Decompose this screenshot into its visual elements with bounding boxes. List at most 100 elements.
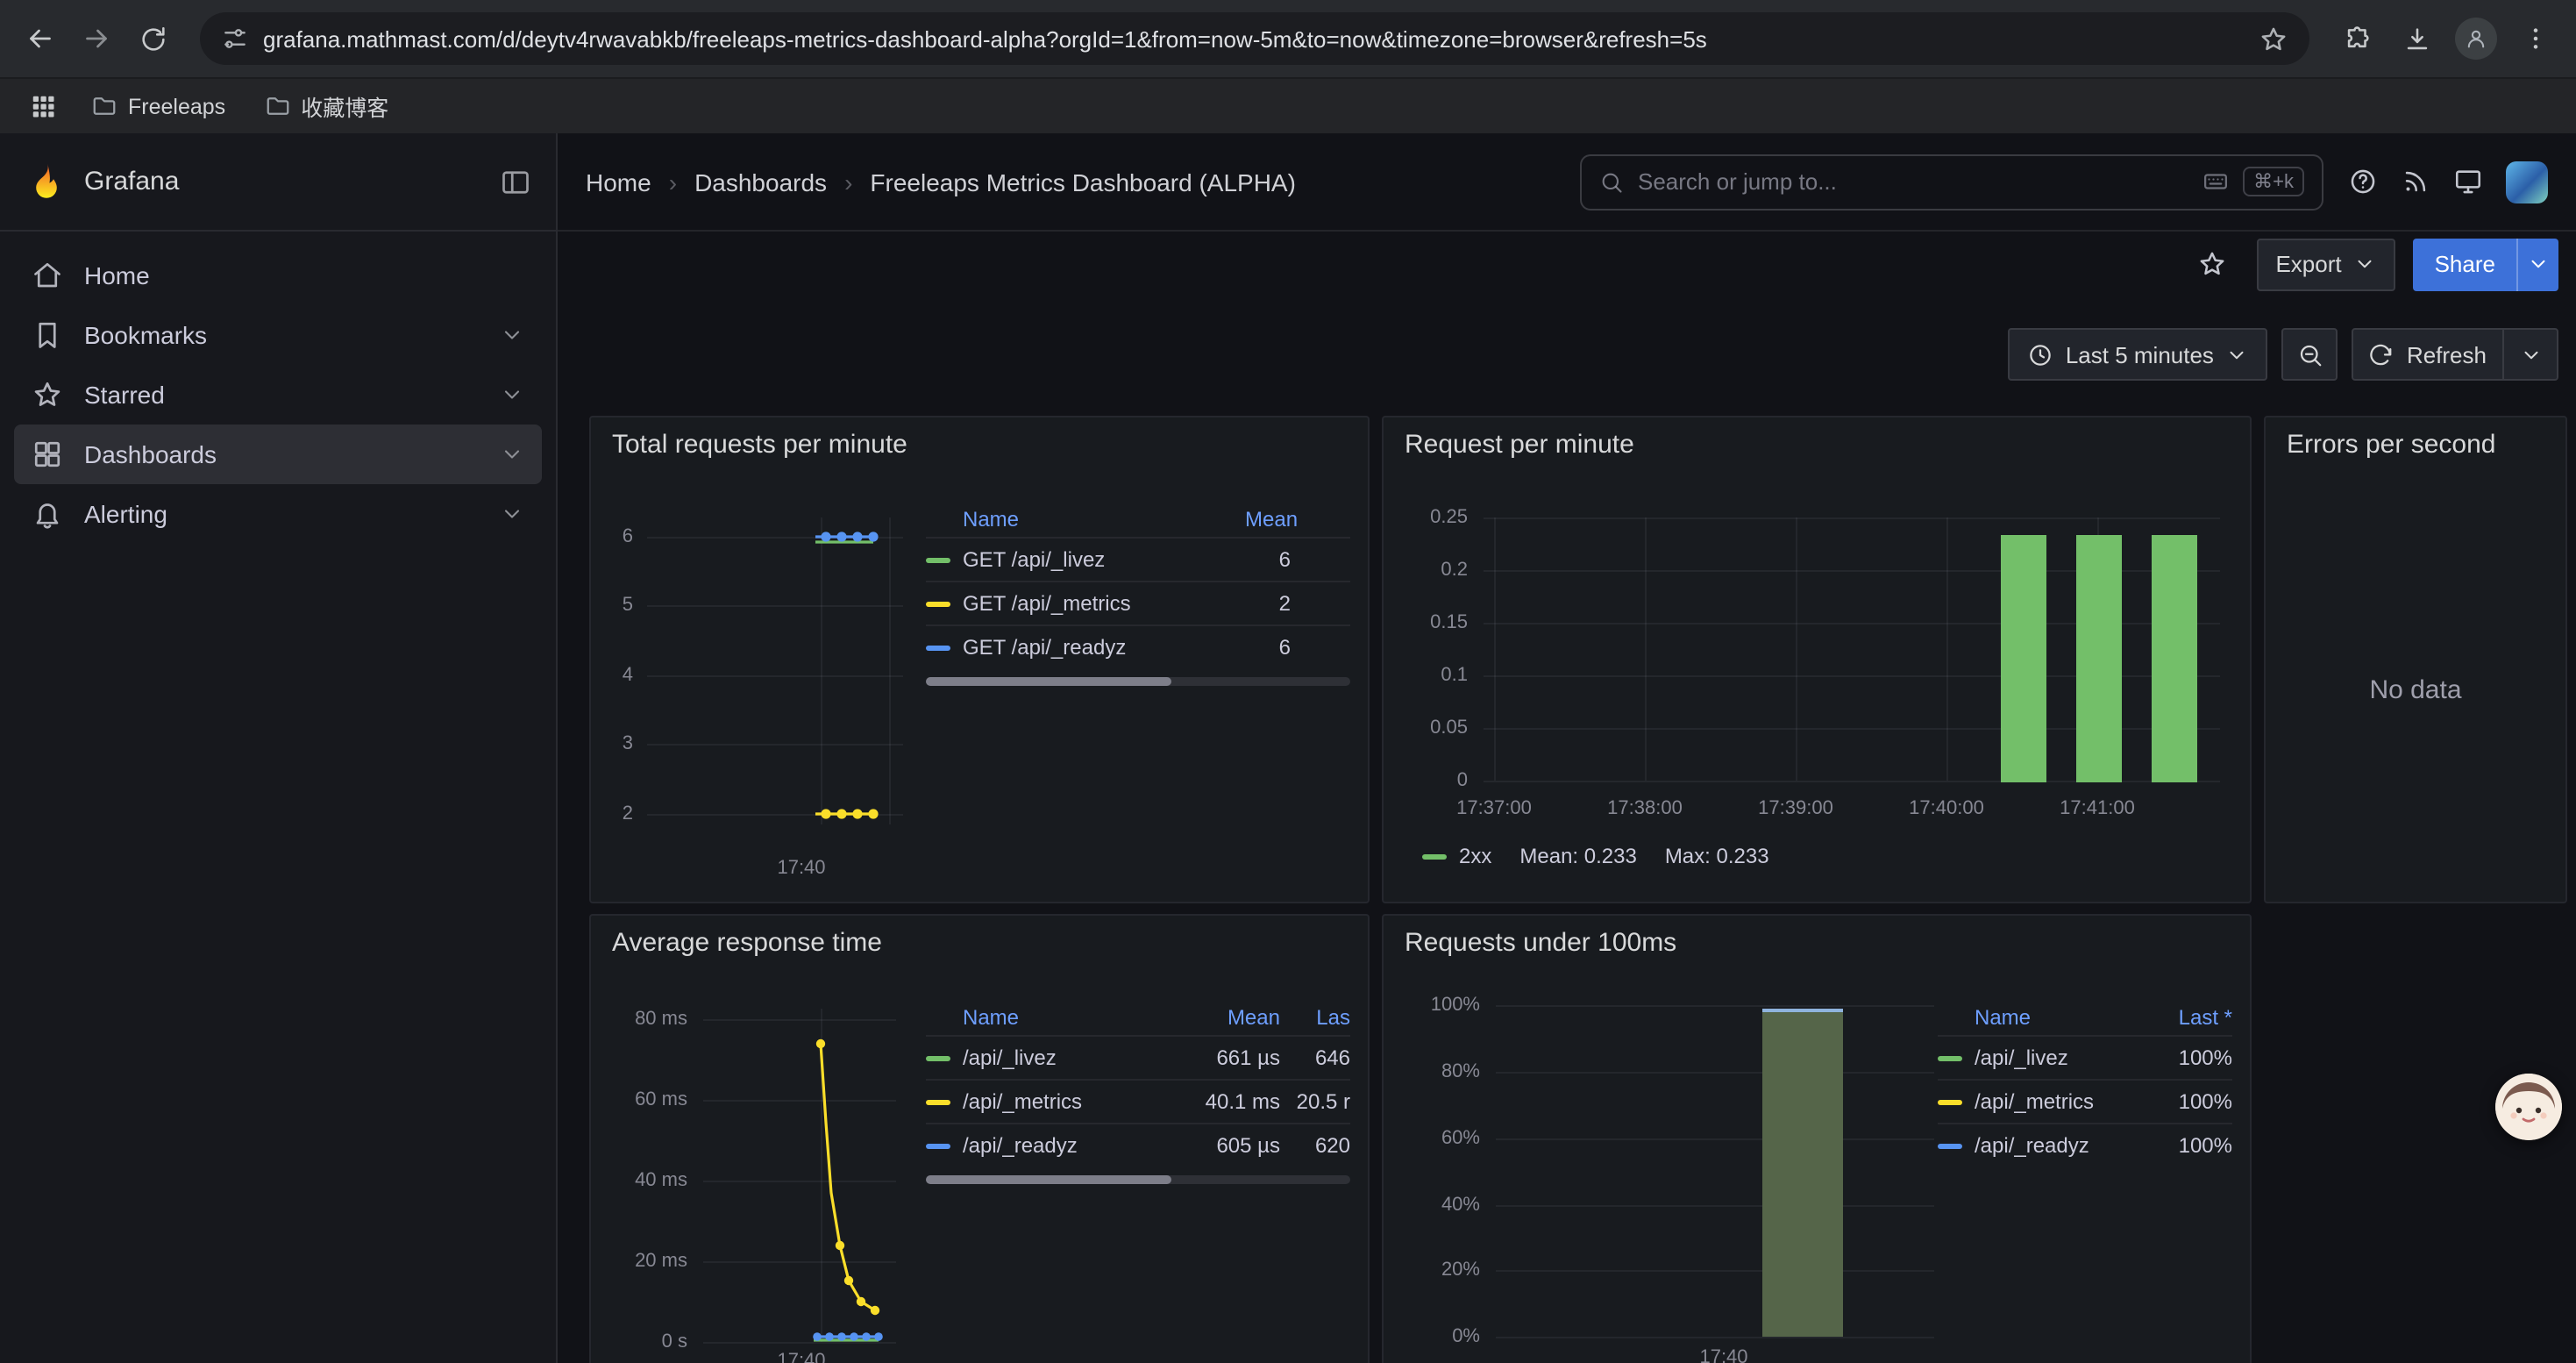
series-name[interactable]: 2xx — [1459, 844, 1491, 868]
series-color-dash — [1938, 1099, 1962, 1104]
screen: grafana.mathmast.com/d/deytv4rwavabkb/fr… — [0, 0, 2576, 1363]
profile-avatar[interactable] — [2450, 12, 2502, 65]
favorite-star-icon[interactable] — [2186, 238, 2238, 290]
series-name[interactable]: GET /api/_metrics — [963, 591, 1245, 616]
series-color-dash — [1422, 853, 1447, 859]
legend-scrollbar[interactable] — [926, 677, 1350, 686]
reload-button[interactable] — [126, 12, 179, 65]
sidebar-item-alerting[interactable]: Alerting — [14, 484, 542, 544]
panel-legend: Name Mean Las /api/_livez 661 µs 646 — [926, 1000, 1350, 1167]
forward-button[interactable] — [70, 12, 123, 65]
legend-col-name[interactable]: Name — [1975, 1005, 2145, 1030]
browser-menu-icon[interactable] — [2509, 12, 2562, 65]
downloads-icon[interactable] — [2390, 12, 2443, 65]
chevron-down-icon[interactable] — [500, 323, 524, 347]
folder-icon — [91, 93, 117, 119]
chevron-down-icon[interactable] — [500, 442, 524, 467]
share-button[interactable]: Share — [2414, 238, 2558, 290]
x-tick: 17:40 — [777, 858, 825, 879]
assistant-avatar-button[interactable] — [2495, 1074, 2562, 1140]
grafana-logo-icon[interactable] — [25, 161, 67, 203]
sidebar-item-label: Starred — [84, 381, 165, 409]
bar-under-100ms[interactable] — [1762, 1009, 1843, 1337]
legend-col-mean[interactable]: Mean — [1171, 1005, 1280, 1030]
sidebar-item-bookmarks[interactable]: Bookmarks — [14, 305, 542, 365]
bar-2xx[interactable] — [2076, 535, 2122, 782]
chevron-down-icon[interactable] — [500, 502, 524, 526]
legend-row: /api/_livez 661 µs 646 — [926, 1035, 1350, 1079]
timeseries-chart[interactable] — [647, 517, 903, 824]
series-name[interactable]: /api/_metrics — [963, 1089, 1171, 1114]
legend-scrollbar[interactable] — [926, 1175, 1350, 1184]
panel-title[interactable]: Request per minute — [1405, 430, 1634, 460]
series-mean: 661 µs — [1171, 1045, 1280, 1070]
chevron-down-icon[interactable] — [500, 382, 524, 407]
x-tick: 17:41:00 — [2060, 798, 2135, 819]
legend-col-last[interactable]: Last * — [2145, 1005, 2232, 1030]
series-name[interactable]: /api/_readyz — [963, 1133, 1171, 1158]
apps-grid-icon[interactable] — [21, 85, 63, 127]
y-tick: 0.25 — [1394, 507, 1468, 528]
legend-col-name[interactable]: Name — [963, 507, 1245, 532]
rss-icon[interactable] — [2401, 167, 2430, 196]
y-tick: 60 ms — [600, 1089, 687, 1110]
series-last: 620 — [1280, 1133, 1350, 1158]
timeseries-chart[interactable] — [703, 1009, 896, 1359]
refresh-button[interactable]: Refresh — [2352, 328, 2558, 381]
zoom-out-button[interactable] — [2282, 328, 2338, 381]
export-button[interactable]: Export — [2256, 238, 2395, 290]
breadcrumb-home[interactable]: Home — [586, 168, 651, 196]
breadcrumb-dashboards[interactable]: Dashboards — [694, 168, 827, 196]
legend-col-name[interactable]: Name — [963, 1005, 1171, 1030]
legend-row: /api/_metrics 40.1 ms 20.5 r — [926, 1079, 1350, 1123]
sidebar-item-starred[interactable]: Starred — [14, 365, 542, 425]
legend-col-mean[interactable]: Mean — [1245, 507, 1350, 532]
site-settings-icon[interactable] — [221, 25, 249, 53]
chevron-down-icon[interactable] — [2520, 343, 2543, 366]
panel-title[interactable]: Errors per second — [2287, 430, 2495, 460]
legend-row: /api/_readyz 100% — [1938, 1123, 2232, 1167]
time-range-picker[interactable]: Last 5 minutes — [2008, 328, 2268, 381]
panel-title[interactable]: Total requests per minute — [612, 430, 907, 460]
y-tick: 0 s — [600, 1331, 687, 1352]
sidebar-item-dashboards[interactable]: Dashboards — [14, 425, 542, 484]
browser-actions — [2330, 12, 2562, 65]
legend-header: Name Mean Las — [926, 1000, 1350, 1035]
star-icon — [32, 379, 63, 410]
bar-2xx[interactable] — [2152, 535, 2197, 782]
y-tick: 80% — [1392, 1061, 1480, 1082]
collapse-sidebar-icon[interactable] — [500, 166, 531, 197]
panel-title[interactable]: Requests under 100ms — [1405, 928, 1676, 958]
help-icon[interactable] — [2348, 167, 2378, 196]
extensions-icon[interactable] — [2330, 12, 2383, 65]
bar-2xx[interactable] — [2001, 535, 2046, 782]
search-input[interactable]: Search or jump to... ⌘+k — [1580, 153, 2323, 210]
bookmark-folder-freeleaps[interactable]: Freeleaps — [81, 89, 236, 123]
series-mean: 6 — [1245, 547, 1350, 572]
bookmark-folder-blogs[interactable]: 收藏博客 — [253, 86, 399, 126]
address-bar[interactable]: grafana.mathmast.com/d/deytv4rwavabkb/fr… — [200, 12, 2309, 65]
sidebar-item-home[interactable]: Home — [14, 246, 542, 305]
y-tick: 80 ms — [600, 1009, 687, 1030]
series-name[interactable]: /api/_readyz — [1975, 1133, 2145, 1158]
back-button[interactable] — [14, 12, 67, 65]
export-label: Export — [2275, 251, 2341, 277]
panel-title[interactable]: Average response time — [612, 928, 882, 958]
series-name[interactable]: /api/_livez — [1975, 1045, 2145, 1070]
y-tick: 0.1 — [1394, 665, 1468, 686]
user-avatar[interactable] — [2506, 161, 2548, 203]
brand-title: Grafana — [84, 167, 482, 196]
series-name[interactable]: /api/_metrics — [1975, 1089, 2145, 1114]
panel-legend: 2xx Mean: 0.233 Max: 0.233 — [1422, 844, 1769, 868]
legend-col-last[interactable]: Las — [1280, 1005, 1350, 1030]
monitor-icon[interactable] — [2453, 167, 2483, 196]
home-icon — [32, 260, 63, 291]
url-text[interactable]: grafana.mathmast.com/d/deytv4rwavabkb/fr… — [263, 25, 2245, 52]
bookmark-star-icon[interactable] — [2259, 24, 2288, 54]
share-menu-caret[interactable] — [2516, 238, 2558, 290]
series-name[interactable]: GET /api/_readyz — [963, 635, 1245, 660]
y-tick: 5 — [591, 595, 633, 616]
series-name[interactable]: GET /api/_livez — [963, 547, 1245, 572]
series-name[interactable]: /api/_livez — [963, 1045, 1171, 1070]
x-tick: 17:37:00 — [1456, 798, 1532, 819]
